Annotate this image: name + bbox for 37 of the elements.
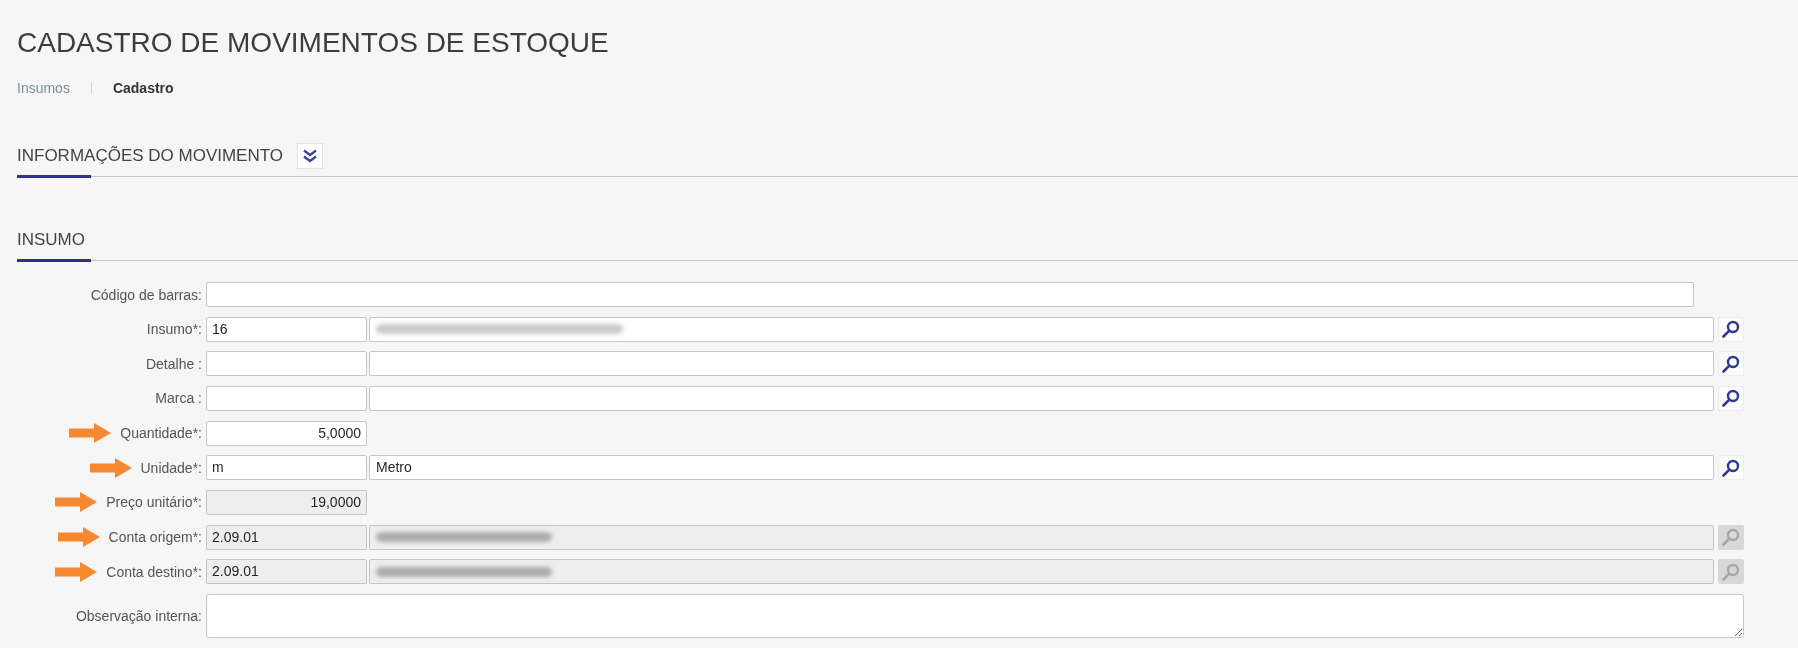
notes-field[interactable] [206, 593, 1744, 638]
field-label: Conta destino*: [106, 562, 202, 581]
description-field[interactable] [369, 316, 1714, 342]
section-title: INSUMO [17, 230, 85, 250]
code-field[interactable]: m [206, 455, 367, 481]
field-label: Conta origem*: [108, 528, 202, 547]
field-label: Insumo*: [146, 320, 202, 339]
field-label: Preço unitário*: [106, 493, 202, 512]
search-icon [1722, 354, 1740, 373]
toggle-section-button[interactable] [297, 143, 324, 169]
description-field[interactable]: Metro [369, 455, 1714, 481]
code-field[interactable] [206, 385, 367, 411]
search-icon [1722, 389, 1740, 408]
breadcrumb-current: Cadastro [112, 79, 174, 97]
code-field[interactable]: 16 [206, 316, 367, 342]
text-field[interactable] [206, 282, 1694, 307]
search-icon [1722, 458, 1740, 477]
field-label: Observação interna: [75, 606, 202, 625]
page-title: CADASTRO DE MOVIMENTOS DE ESTOQUE [17, 27, 610, 59]
search-button[interactable] [1718, 455, 1744, 481]
search-button[interactable] [1718, 351, 1744, 377]
code-field[interactable] [206, 351, 367, 377]
number-field[interactable]: 5,0000 [206, 420, 367, 446]
search-icon [1722, 528, 1740, 547]
description-field[interactable] [369, 385, 1714, 411]
search-button[interactable] [1718, 385, 1744, 411]
field-label: Unidade*: [140, 458, 202, 477]
chevrons-down-icon [303, 149, 318, 163]
search-icon [1722, 562, 1740, 581]
description-field[interactable] [369, 351, 1714, 377]
section-title: INFORMAÇÕES DO MOVIMENTO [17, 146, 284, 166]
field-label: Marca : [155, 389, 202, 408]
search-button[interactable] [1718, 316, 1744, 342]
search-icon [1722, 320, 1740, 339]
field-label: Detalhe : [145, 354, 202, 373]
field-label: Quantidade*: [120, 424, 202, 443]
field-label: Código de barras: [90, 285, 202, 304]
